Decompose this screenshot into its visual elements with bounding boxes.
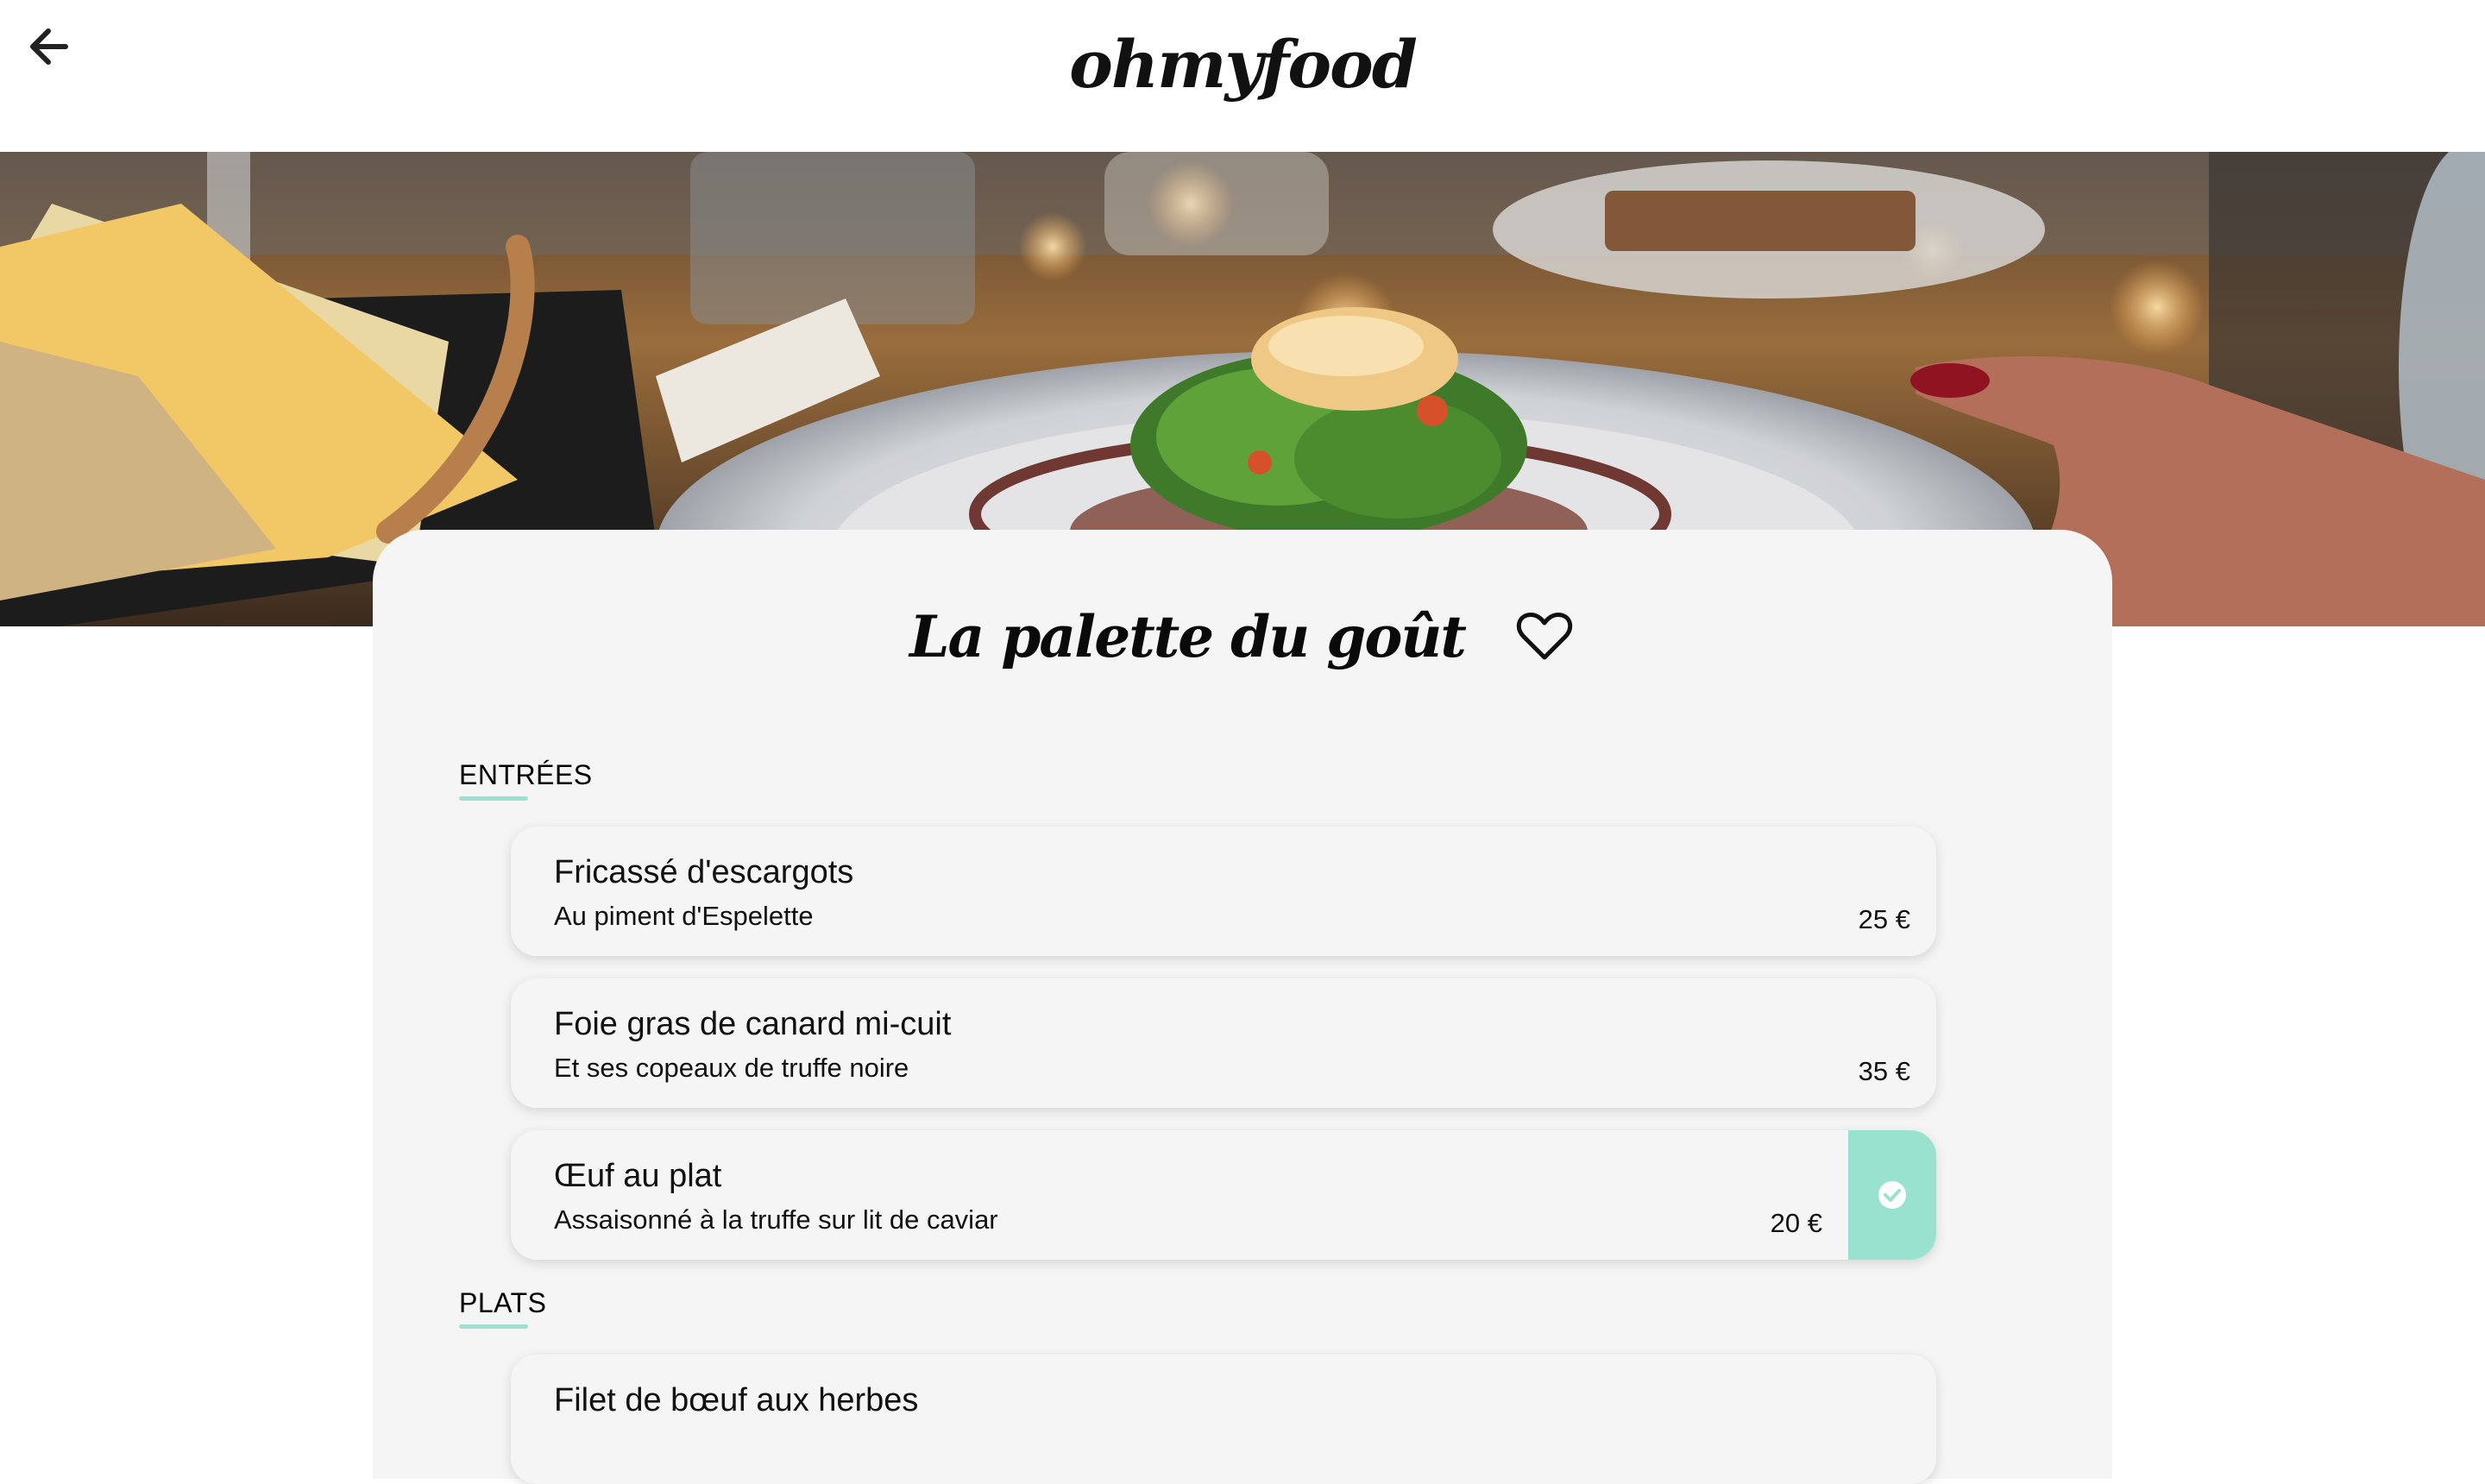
dish-name: Fricassé d'escargots [554, 854, 854, 890]
dish-description: Au piment d'Espelette [554, 901, 814, 931]
heart-outline-icon [1516, 613, 1572, 660]
dish-price: 35 € [1858, 1056, 1910, 1086]
section-underline [459, 796, 528, 801]
section-underline [459, 1324, 528, 1329]
dish-price: 25 € [1858, 904, 1910, 934]
dish-name: Filet de bœuf aux herbes [554, 1382, 919, 1418]
dish-card[interactable]: Fricassé d'escargots Au piment d'Espelet… [511, 827, 1936, 956]
section-title-plats: PLATS [459, 1287, 547, 1329]
dish-description: Assaisonné à la truffe sur lit de caviar [554, 1204, 998, 1235]
restaurant-title-row: La palette du goût [373, 585, 2112, 689]
section-label: ENTRÉES [459, 759, 593, 790]
dish-name: Œuf au plat [554, 1158, 722, 1194]
section-label: PLATS [459, 1287, 547, 1318]
dish-name: Foie gras de canard mi-cuit [554, 1006, 952, 1042]
dish-card[interactable]: Foie gras de canard mi-cuit Et ses copea… [511, 978, 1936, 1108]
app-header: ohmyfood [0, 0, 2485, 152]
dish-price: 20 € [1770, 1208, 1822, 1238]
dish-description: Et ses copeaux de truffe noire [554, 1053, 909, 1083]
favorite-button[interactable] [1513, 606, 1576, 668]
section-title-entrees: ENTRÉES [459, 759, 593, 801]
dish-selected-indicator [1848, 1130, 1936, 1260]
app-logo[interactable]: ohmyfood [0, 26, 2485, 103]
dish-card-selected[interactable]: Œuf au plat Assaisonné à la truffe sur l… [511, 1130, 1936, 1260]
restaurant-menu-card: La palette du goût ENTRÉES Fricassé d'es… [373, 530, 2112, 1484]
check-circle-icon [1878, 1181, 1906, 1209]
dish-card[interactable]: Filet de bœuf aux herbes [511, 1355, 1936, 1484]
restaurant-name: La palette du goût [909, 603, 1467, 670]
